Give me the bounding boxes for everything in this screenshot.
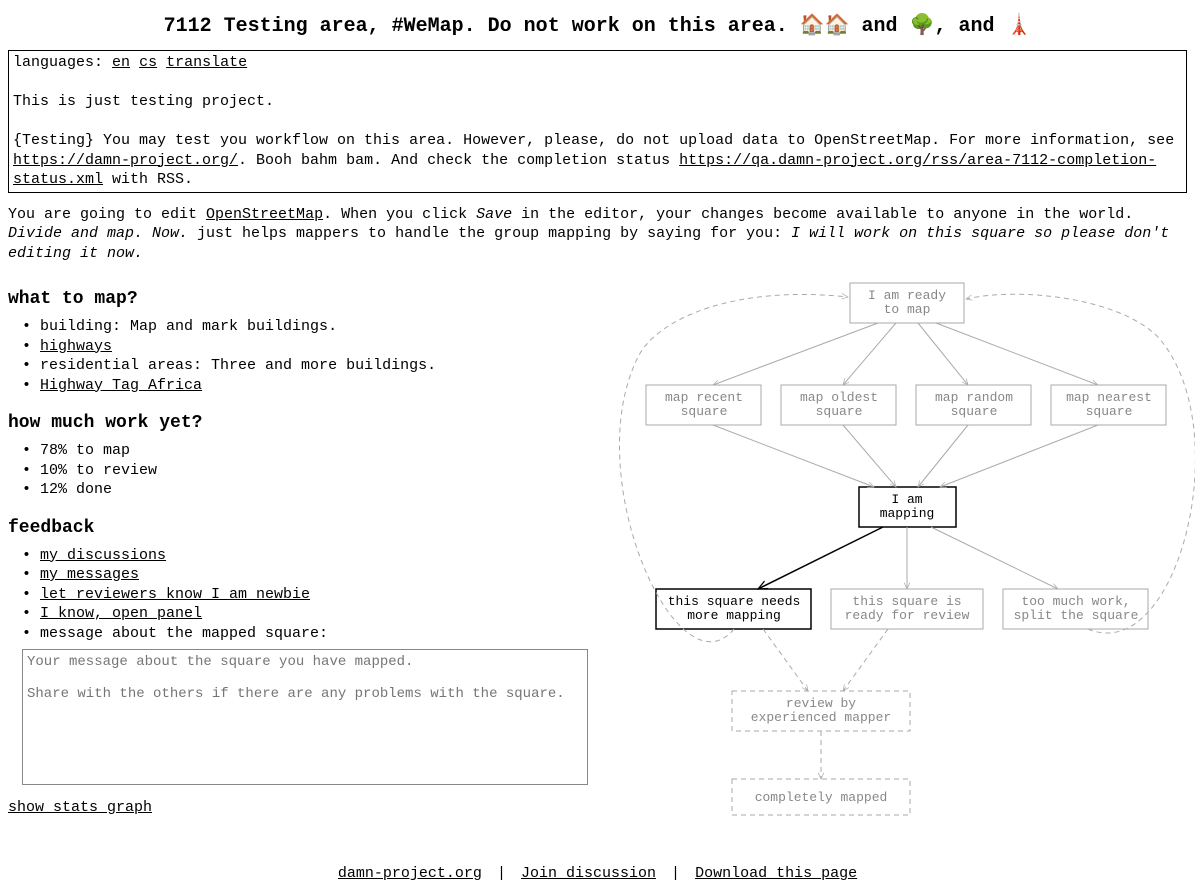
svg-text:mapping: mapping bbox=[880, 506, 935, 521]
intro-paragraph: You are going to edit OpenStreetMap. Whe… bbox=[8, 205, 1187, 264]
svg-text:to map: to map bbox=[884, 302, 931, 317]
newbie-link[interactable]: let reviewers know I am newbie bbox=[40, 586, 310, 603]
list-item: 78% to map bbox=[22, 441, 598, 461]
languages-label: languages: bbox=[13, 54, 103, 71]
what-to-map-heading: what to map? bbox=[8, 289, 598, 309]
svg-text:more mapping: more mapping bbox=[687, 608, 781, 623]
open-panel-link[interactable]: I know, open panel bbox=[40, 605, 202, 622]
svg-text:experienced mapper: experienced mapper bbox=[751, 710, 891, 725]
svg-text:square: square bbox=[681, 404, 728, 419]
svg-text:map nearest: map nearest bbox=[1066, 390, 1152, 405]
page-title: 7112 Testing area, #WeMap. Do not work o… bbox=[8, 12, 1187, 38]
what-to-map-list: building: Map and mark buildings. highwa… bbox=[8, 317, 598, 395]
list-item: 10% to review bbox=[22, 461, 598, 481]
svg-text:map oldest: map oldest bbox=[800, 390, 878, 405]
lang-cs-link[interactable]: cs bbox=[139, 54, 157, 71]
svg-text:this square needs: this square needs bbox=[668, 594, 801, 609]
footer: damn-project.org | Join discussion | Dow… bbox=[8, 865, 1187, 882]
desc-body-a: {Testing} You may test you workflow on t… bbox=[13, 132, 1174, 149]
separator: | bbox=[497, 865, 506, 882]
list-item: I know, open panel bbox=[22, 604, 598, 624]
svg-text:square: square bbox=[951, 404, 998, 419]
desc-body-b: . Booh bahm bam. And check the completio… bbox=[238, 152, 679, 169]
show-stats-link[interactable]: show stats graph bbox=[8, 799, 152, 816]
list-item: my messages bbox=[22, 565, 598, 585]
highways-link[interactable]: highways bbox=[40, 338, 112, 355]
svg-text:map recent: map recent bbox=[665, 390, 743, 405]
intro-c: in the editor, your changes become avail… bbox=[512, 206, 1133, 223]
svg-text:ready for review: ready for review bbox=[845, 608, 970, 623]
feedback-heading: feedback bbox=[8, 518, 598, 538]
how-much-list: 78% to map 10% to review 12% done bbox=[8, 441, 598, 500]
footer-site-link[interactable]: damn-project.org bbox=[338, 865, 482, 882]
svg-text:review by: review by bbox=[786, 696, 856, 711]
workflow-diagram: I am ready to map map recent square map … bbox=[618, 277, 1195, 857]
footer-join-link[interactable]: Join discussion bbox=[521, 865, 656, 882]
desc-link-1[interactable]: https://damn-project.org/ bbox=[13, 152, 238, 169]
lang-en-link[interactable]: en bbox=[112, 54, 130, 71]
list-item: highways bbox=[22, 337, 598, 357]
list-item: Highway Tag Africa bbox=[22, 376, 598, 396]
svg-text:I am ready: I am ready bbox=[868, 288, 946, 303]
svg-text:this square is: this square is bbox=[852, 594, 961, 609]
svg-text:split the square: split the square bbox=[1014, 608, 1139, 623]
svg-text:map random: map random bbox=[935, 390, 1013, 405]
description-box: languages: en cs translate This is just … bbox=[8, 50, 1187, 193]
footer-download-link[interactable]: Download this page bbox=[695, 865, 857, 882]
svg-text:square: square bbox=[816, 404, 863, 419]
svg-text:square: square bbox=[1086, 404, 1133, 419]
my-discussions-link[interactable]: my discussions bbox=[40, 547, 166, 564]
intro-b: . When you click bbox=[323, 206, 476, 223]
save-em: Save bbox=[476, 206, 512, 223]
list-item: building: Map and mark buildings. bbox=[22, 317, 598, 337]
message-label: message about the mapped square: bbox=[22, 624, 598, 644]
intro-d: just helps mappers to handle the group m… bbox=[188, 225, 791, 242]
intro-a: You are going to edit bbox=[8, 206, 206, 223]
my-messages-link[interactable]: my messages bbox=[40, 566, 139, 583]
svg-text:too much work,: too much work, bbox=[1021, 594, 1130, 609]
how-much-heading: how much work yet? bbox=[8, 413, 598, 433]
desc-body-c: with RSS. bbox=[103, 171, 193, 188]
list-item: residential areas: Three and more buildi… bbox=[22, 356, 598, 376]
feedback-list: my discussions my messages let reviewers… bbox=[8, 546, 598, 644]
highway-tag-africa-link[interactable]: Highway Tag Africa bbox=[40, 377, 202, 394]
separator: | bbox=[671, 865, 680, 882]
list-item: let reviewers know I am newbie bbox=[22, 585, 598, 605]
list-item: my discussions bbox=[22, 546, 598, 566]
slogan-em: Divide and map. Now. bbox=[8, 225, 188, 242]
osm-link[interactable]: OpenStreetMap bbox=[206, 206, 323, 223]
list-item: 12% done bbox=[22, 480, 598, 500]
desc-intro: This is just testing project. bbox=[13, 93, 274, 110]
translate-link[interactable]: translate bbox=[166, 54, 247, 71]
svg-text:completely mapped: completely mapped bbox=[755, 790, 888, 805]
svg-text:I am: I am bbox=[891, 492, 922, 507]
message-textarea[interactable] bbox=[22, 649, 588, 785]
